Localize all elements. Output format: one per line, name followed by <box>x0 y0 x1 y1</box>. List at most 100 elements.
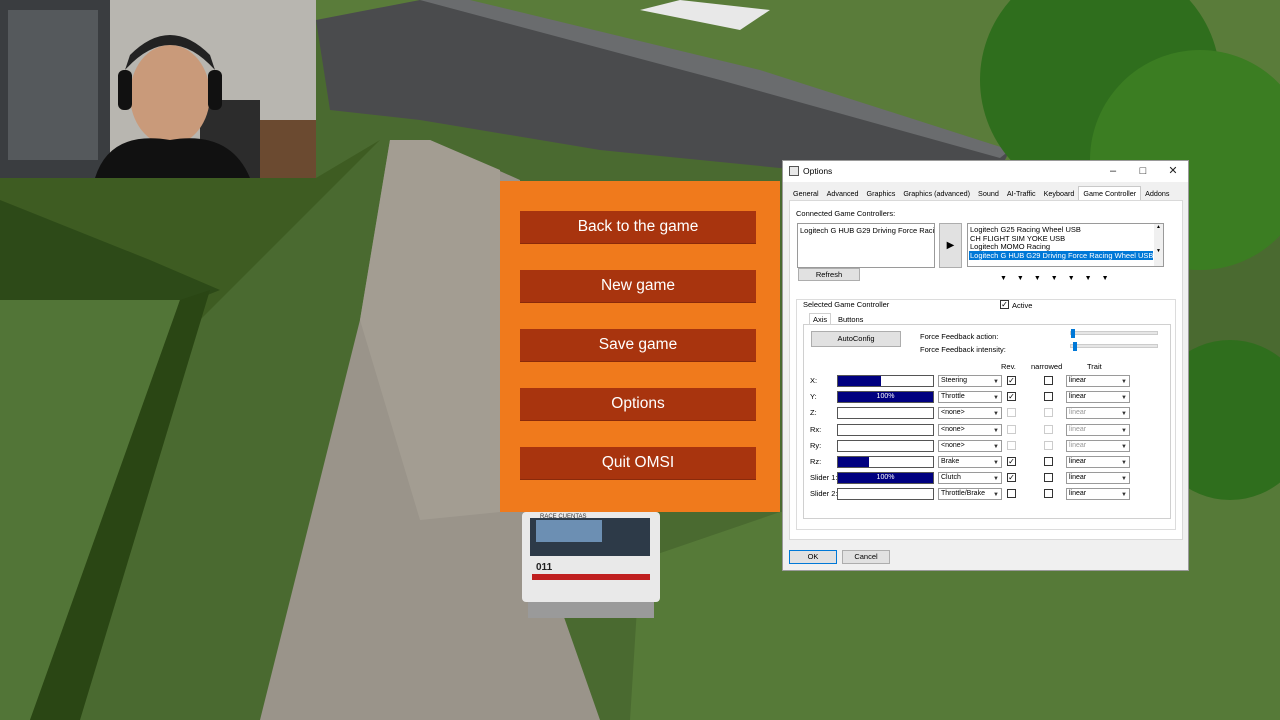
axis-reverse-checkbox[interactable]: ✓ <box>1007 457 1016 466</box>
bus-number: 011 <box>536 562 553 573</box>
chevron-down-icon: ▼ <box>1121 427 1127 434</box>
axis-trait-select[interactable]: linear ▼ <box>1066 375 1130 387</box>
autoconfig-button[interactable]: AutoConfig <box>811 331 901 347</box>
chevron-down-icon: ▼ <box>1121 411 1127 418</box>
axis-trait-select[interactable]: linear ▼ <box>1066 407 1130 420</box>
axis-value-bar: 100% <box>837 472 934 485</box>
axis-trait-select[interactable]: linear ▼ <box>1066 488 1130 501</box>
chevron-down-icon: ▼ <box>1121 492 1127 499</box>
options-window: Options – □ ✕ General Advanced Graphics … <box>782 160 1189 571</box>
axis-reverse-checkbox[interactable] <box>1007 408 1016 418</box>
axis-assignment-select[interactable]: <none> ▼ <box>938 439 1002 452</box>
axis-trait-value: linear <box>1069 474 1087 482</box>
axis-reverse-checkbox[interactable]: ✓ <box>1007 376 1016 385</box>
close-icon[interactable]: ✕ <box>1160 164 1186 179</box>
ff-intensity-slider[interactable] <box>1070 342 1158 351</box>
narrowed-column-header: narrowed <box>1031 362 1063 371</box>
axis-narrowed-checkbox[interactable] <box>1044 424 1053 434</box>
selected-controller-label: Selected Game Controller <box>802 300 891 309</box>
axis-assignment-select[interactable]: Brake ▼ <box>938 456 1002 468</box>
axis-trait-value: linear <box>1069 490 1087 498</box>
axis-value-percent: 0% <box>880 425 891 433</box>
axis-reverse-checkbox[interactable]: ✓ <box>1007 392 1016 402</box>
game-pause-menu: Back to the game New game Save game Opti… <box>500 181 780 512</box>
axis-trait-select[interactable]: linear ▼ <box>1066 456 1130 468</box>
maximize-icon[interactable]: □ <box>1130 164 1156 179</box>
tab-ai-traffic[interactable]: AI-Traffic <box>1003 187 1040 200</box>
axis-reverse-checkbox[interactable]: ✓ <box>1007 473 1016 483</box>
save-game-button[interactable]: Save game <box>520 329 756 362</box>
ff-intensity-slider-thumb[interactable] <box>1073 342 1077 351</box>
axis-narrowed-checkbox[interactable] <box>1044 457 1053 466</box>
window-title: Options <box>803 166 833 176</box>
new-game-button[interactable]: New game <box>520 270 756 303</box>
chevron-down-icon: ▼ <box>993 395 999 402</box>
axis-name-label: Rx: <box>810 424 822 434</box>
refresh-button[interactable]: Refresh <box>798 268 860 281</box>
axis-name-label: Y: <box>810 392 817 402</box>
ff-intensity-label: Force Feedback intensity: <box>920 345 1006 354</box>
axis-assignment-select[interactable]: Throttle ▼ <box>938 391 1002 404</box>
axis-narrowed-checkbox[interactable] <box>1044 408 1053 418</box>
axis-value-bar: 0% <box>837 439 934 452</box>
axis-assignment-value: Throttle <box>941 393 965 401</box>
axis-narrowed-checkbox[interactable] <box>1044 392 1053 402</box>
controller-list-scrollbar[interactable]: ▲ ▼ <box>1154 224 1163 266</box>
back-to-game-button[interactable]: Back to the game <box>520 211 756 244</box>
chevron-down-icon: ▼ <box>1121 443 1127 450</box>
axis-value-percent: 100% <box>876 474 895 482</box>
axis-name-label: Slider 2: <box>810 489 838 499</box>
tab-addons[interactable]: Addons <box>1141 187 1173 200</box>
game-controller-page: Connected Game Controllers: Logitech G H… <box>789 200 1183 540</box>
axis-narrowed-checkbox[interactable] <box>1044 376 1053 385</box>
axis-reverse-checkbox[interactable] <box>1007 424 1016 434</box>
connected-controller-box[interactable]: Logitech G HUB G29 Driving Force Racing … <box>797 223 935 268</box>
minimize-icon[interactable]: – <box>1100 164 1126 179</box>
axis-value-bar: 0% <box>837 407 934 420</box>
axis-assignment-value: <none> <box>941 409 965 417</box>
chevron-down-icon: ▼ <box>993 460 999 466</box>
axis-assignment-select[interactable]: <none> ▼ <box>938 407 1002 420</box>
ff-action-slider[interactable] <box>1070 329 1158 338</box>
tab-graphics-advanced[interactable]: Graphics (advanced) <box>899 187 974 200</box>
controller-list[interactable]: Logitech G25 Racing Wheel USB CH FLIGHT … <box>967 223 1164 267</box>
cancel-button[interactable]: Cancel <box>842 550 890 564</box>
axis-trait-select[interactable]: linear ▼ <box>1066 472 1130 485</box>
tab-graphics[interactable]: Graphics <box>863 187 900 200</box>
axis-assignment-select[interactable]: Clutch ▼ <box>938 472 1002 485</box>
tab-game-controller[interactable]: Game Controller <box>1078 186 1142 200</box>
active-checkbox[interactable]: ✓ <box>1000 300 1009 309</box>
axis-trait-select[interactable]: linear ▼ <box>1066 423 1130 436</box>
axis-assignment-select[interactable]: <none> ▼ <box>938 423 1002 436</box>
axis-assignment-value: Brake <box>941 458 960 465</box>
ff-action-label: Force Feedback action: <box>920 332 999 341</box>
axis-name-label: Slider 1: <box>810 473 838 483</box>
options-button[interactable]: Options <box>520 388 756 421</box>
tab-general[interactable]: General <box>789 187 823 200</box>
axis-value-percent: 33% <box>878 458 893 465</box>
axis-assignment-select[interactable]: Throttle/Brake ▼ <box>938 488 1002 501</box>
axis-reverse-checkbox[interactable] <box>1007 489 1016 499</box>
axis-value-percent: 0% <box>880 441 891 449</box>
axis-narrowed-checkbox[interactable] <box>1044 473 1053 483</box>
controller-list-item-selected[interactable]: Logitech G HUB G29 Driving Force Racing … <box>969 250 1153 260</box>
axis-assignment-value: Throttle/Brake <box>941 490 985 498</box>
axis-narrowed-checkbox[interactable] <box>1044 440 1053 450</box>
quit-omsi-button[interactable]: Quit OMSI <box>520 447 756 480</box>
tab-advanced[interactable]: Advanced <box>823 187 863 200</box>
axis-trait-value: linear <box>1069 393 1087 401</box>
assign-controller-button[interactable]: ▶ <box>939 223 962 268</box>
axis-trait-select[interactable]: linear ▼ <box>1066 439 1130 452</box>
ff-action-slider-thumb[interactable] <box>1071 329 1075 338</box>
axis-reverse-checkbox[interactable] <box>1007 440 1016 450</box>
chevron-down-icon: ▼ <box>993 427 999 434</box>
axis-trait-select[interactable]: linear ▼ <box>1066 391 1130 404</box>
axis-trait-value: linear <box>1069 458 1087 465</box>
axis-narrowed-checkbox[interactable] <box>1044 489 1053 499</box>
axis-assignment-select[interactable]: Steering ▼ <box>938 375 1002 387</box>
axis-value-percent: 0% <box>880 409 891 417</box>
ok-button[interactable]: OK <box>789 550 837 564</box>
axis-trait-value: linear <box>1069 377 1087 384</box>
tab-sound[interactable]: Sound <box>974 187 1003 200</box>
tab-keyboard[interactable]: Keyboard <box>1040 187 1079 200</box>
